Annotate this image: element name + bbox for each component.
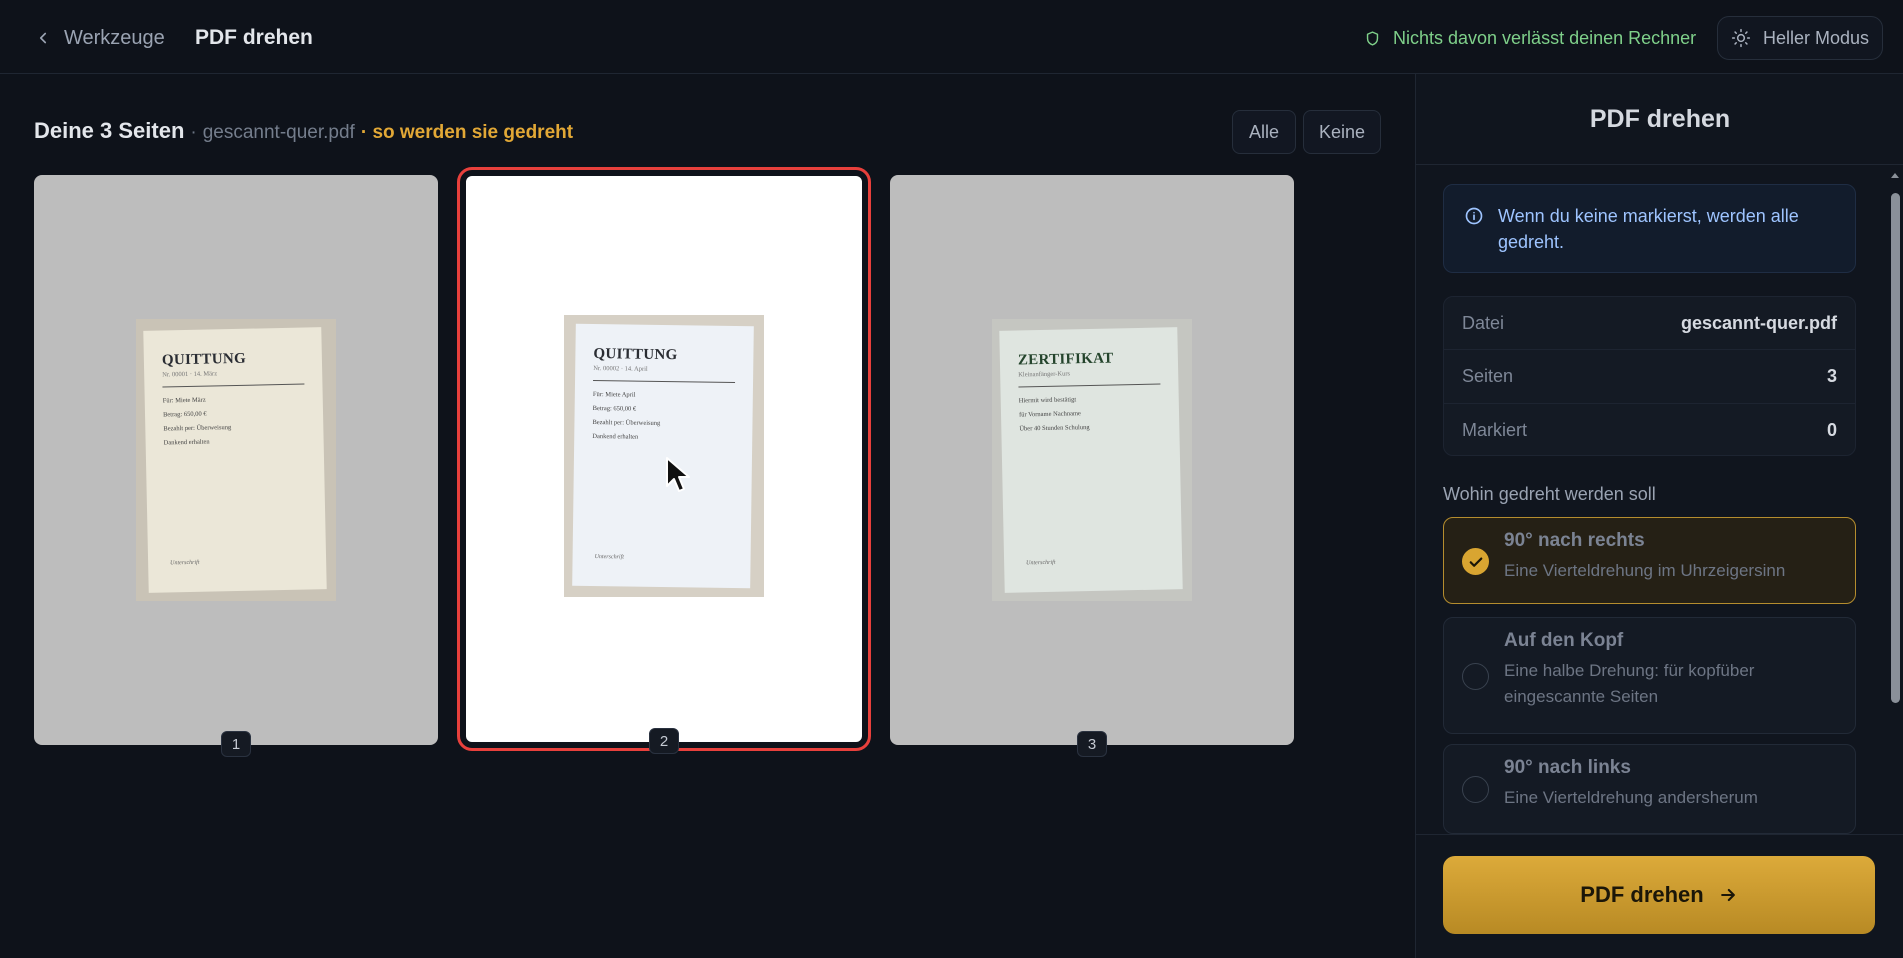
option-rotate-left[interactable]: 90° nach links Eine Vierteldrehung ander… [1443,744,1856,834]
document-line: Für: Miete März [162,396,206,405]
shield-icon [1366,30,1379,46]
pages-hint: · so werden sie gedreht [360,122,574,143]
info-text: Wenn du keine markierst, werden alle ged… [1498,206,1799,252]
document-line: Über 40 Stunden Schulung [1019,424,1090,433]
option-title: Auf den Kopf [1504,630,1624,651]
document-subtitle: Nr. 00001 · 14. März [162,370,218,379]
option-desc: Eine Vierteldrehung im Uhrzeigersinn [1504,561,1786,580]
scroll-thumb[interactable] [1891,193,1900,703]
document-rule [593,380,736,383]
chevron-left-icon [39,32,47,44]
page-thumbnail: ZERTIFIKAT Kleinanfänger-Kurs Hiermit wird… [992,319,1192,601]
document-subtitle: Kleinanfänger-Kurs [1018,370,1071,379]
select-none-button[interactable]: Keine [1303,110,1381,154]
option-title: 90° nach rechts [1504,530,1645,551]
document-line: Hiermit wird bestätigt [1018,396,1077,405]
document-line: Betrag: 650,00 € [162,410,207,419]
page-number-badge: 3 [1077,731,1107,757]
document-line: Für: Miete April [592,391,636,399]
fact-value: 3 [1826,365,1837,386]
document-title: QUITTUNG [593,346,678,364]
fact-row-marked: Markiert 0 [1444,404,1855,455]
document-rule [162,383,305,388]
document-rule [1018,383,1161,388]
scroll-up-arrow-icon[interactable] [1890,171,1900,181]
fact-value: gescannt-quer.pdf [1680,312,1837,333]
page-card-1[interactable]: QUITTUNG Nr. 00001 · 14. März Für: Miete M… [34,175,438,757]
document-line: für Vorname Nachname [1018,410,1081,419]
fact-key: Datei [1462,312,1505,333]
back-link-label: Werkzeuge [64,26,165,49]
page-document: ZERTIFIKAT Kleinanfänger-Kurs Hiermit wird… [999,327,1183,593]
document-line: Bezahlt per: Überweisung [163,424,232,433]
option-title: 90° nach links [1504,757,1631,778]
option-rotate-right[interactable]: 90° nach rechts Eine Vierteldrehung im U… [1443,517,1856,604]
page-card-3[interactable]: ZERTIFIKAT Kleinanfänger-Kurs Hiermit wird… [890,175,1294,757]
rotate-panel: PDF drehen Wenn du keine markierst, werd… [1415,74,1903,958]
fact-key: Seiten [1462,365,1514,386]
document-line: Bezahlt per: Überweisung [592,419,661,427]
top-bar: Werkzeuge PDF drehen Nichts davon verläs… [0,0,1903,74]
rotate-pdf-button[interactable]: PDF drehen [1443,856,1875,934]
panel-title: PDF drehen [1416,74,1903,165]
panel-scrollbar[interactable] [1886,165,1903,905]
document-signature: Unterschrift [170,559,200,567]
page-thumbnail: QUITTUNG Nr. 00001 · 14. März Für: Miete M… [136,319,336,601]
privacy-note: Nichts davon verlässt deinen Rechner [1364,24,1696,52]
cta-area: PDF drehen [1416,834,1903,958]
rotate-pdf-label: PDF drehen [1580,882,1704,907]
option-upside-down[interactable]: Auf den Kopf Eine halbe Drehung: für kop… [1443,617,1856,734]
pages-separator: · [190,122,197,143]
info-box: Wenn du keine markierst, werden alle ged… [1443,184,1856,273]
arrow-right-icon [1720,888,1735,902]
document-line: Dankend erhalten [592,433,639,441]
option-desc: Eine Vierteldrehung andersherum [1504,788,1758,807]
check-icon [1469,557,1482,567]
document-title: ZERTIFIKAT [1017,350,1114,369]
select-all-button[interactable]: Alle [1232,110,1296,154]
fact-row-pages: Seiten 3 [1444,350,1855,404]
sun-icon [1731,28,1751,48]
document-title: QUITTUNG [161,350,247,369]
radio-unchecked[interactable] [1462,776,1489,803]
page-number-badge: 2 [649,728,679,754]
direction-label: Wohin gedreht werden soll [1443,484,1656,504]
document-signature: Unterschrift [1026,559,1056,567]
fact-row-file: Datei gescannt-quer.pdf [1444,297,1855,351]
pages-filename: gescannt-quer.pdf [202,122,355,143]
fact-value: 0 [1826,419,1837,440]
document-line: Betrag: 650,00 € [592,405,637,413]
page-card-2[interactable]: QUITTUNG Nr. 00002 · 14. April Für: Miete … [457,167,871,754]
radio-checked[interactable] [1462,548,1489,575]
document-line: Dankend erhalten [163,438,210,447]
fact-key: Markiert [1462,419,1528,440]
page-thumbnail: QUITTUNG Nr. 00002 · 14. April Für: Miete … [564,315,764,597]
info-icon [1465,207,1483,225]
light-mode-label: Heller Modus [1762,27,1870,48]
document-subtitle: Nr. 00002 · 14. April [593,365,648,373]
pages-header: Deine 3 Seiten · gescannt-quer.pdf · so … [34,118,573,148]
back-link[interactable]: Werkzeuge [34,24,165,52]
page-number-badge: 1 [221,731,251,757]
radio-unchecked[interactable] [1462,663,1489,690]
privacy-note-text: Nichts davon verlässt deinen Rechner [1393,27,1697,48]
pages-count: Deine 3 Seiten [34,118,185,143]
page-document: QUITTUNG Nr. 00002 · 14. April Für: Miete … [572,323,754,589]
page-document: QUITTUNG Nr. 00001 · 14. März Für: Miete M… [143,327,327,593]
file-facts: Datei gescannt-quer.pdf Seiten 3 Markier… [1443,296,1856,456]
light-mode-button[interactable]: Heller Modus [1717,16,1883,60]
document-signature: Unterschrift [594,554,624,561]
option-desc: Eine halbe Drehung: für kopfüber eingesc… [1504,661,1755,706]
page-title: PDF drehen [195,26,313,49]
